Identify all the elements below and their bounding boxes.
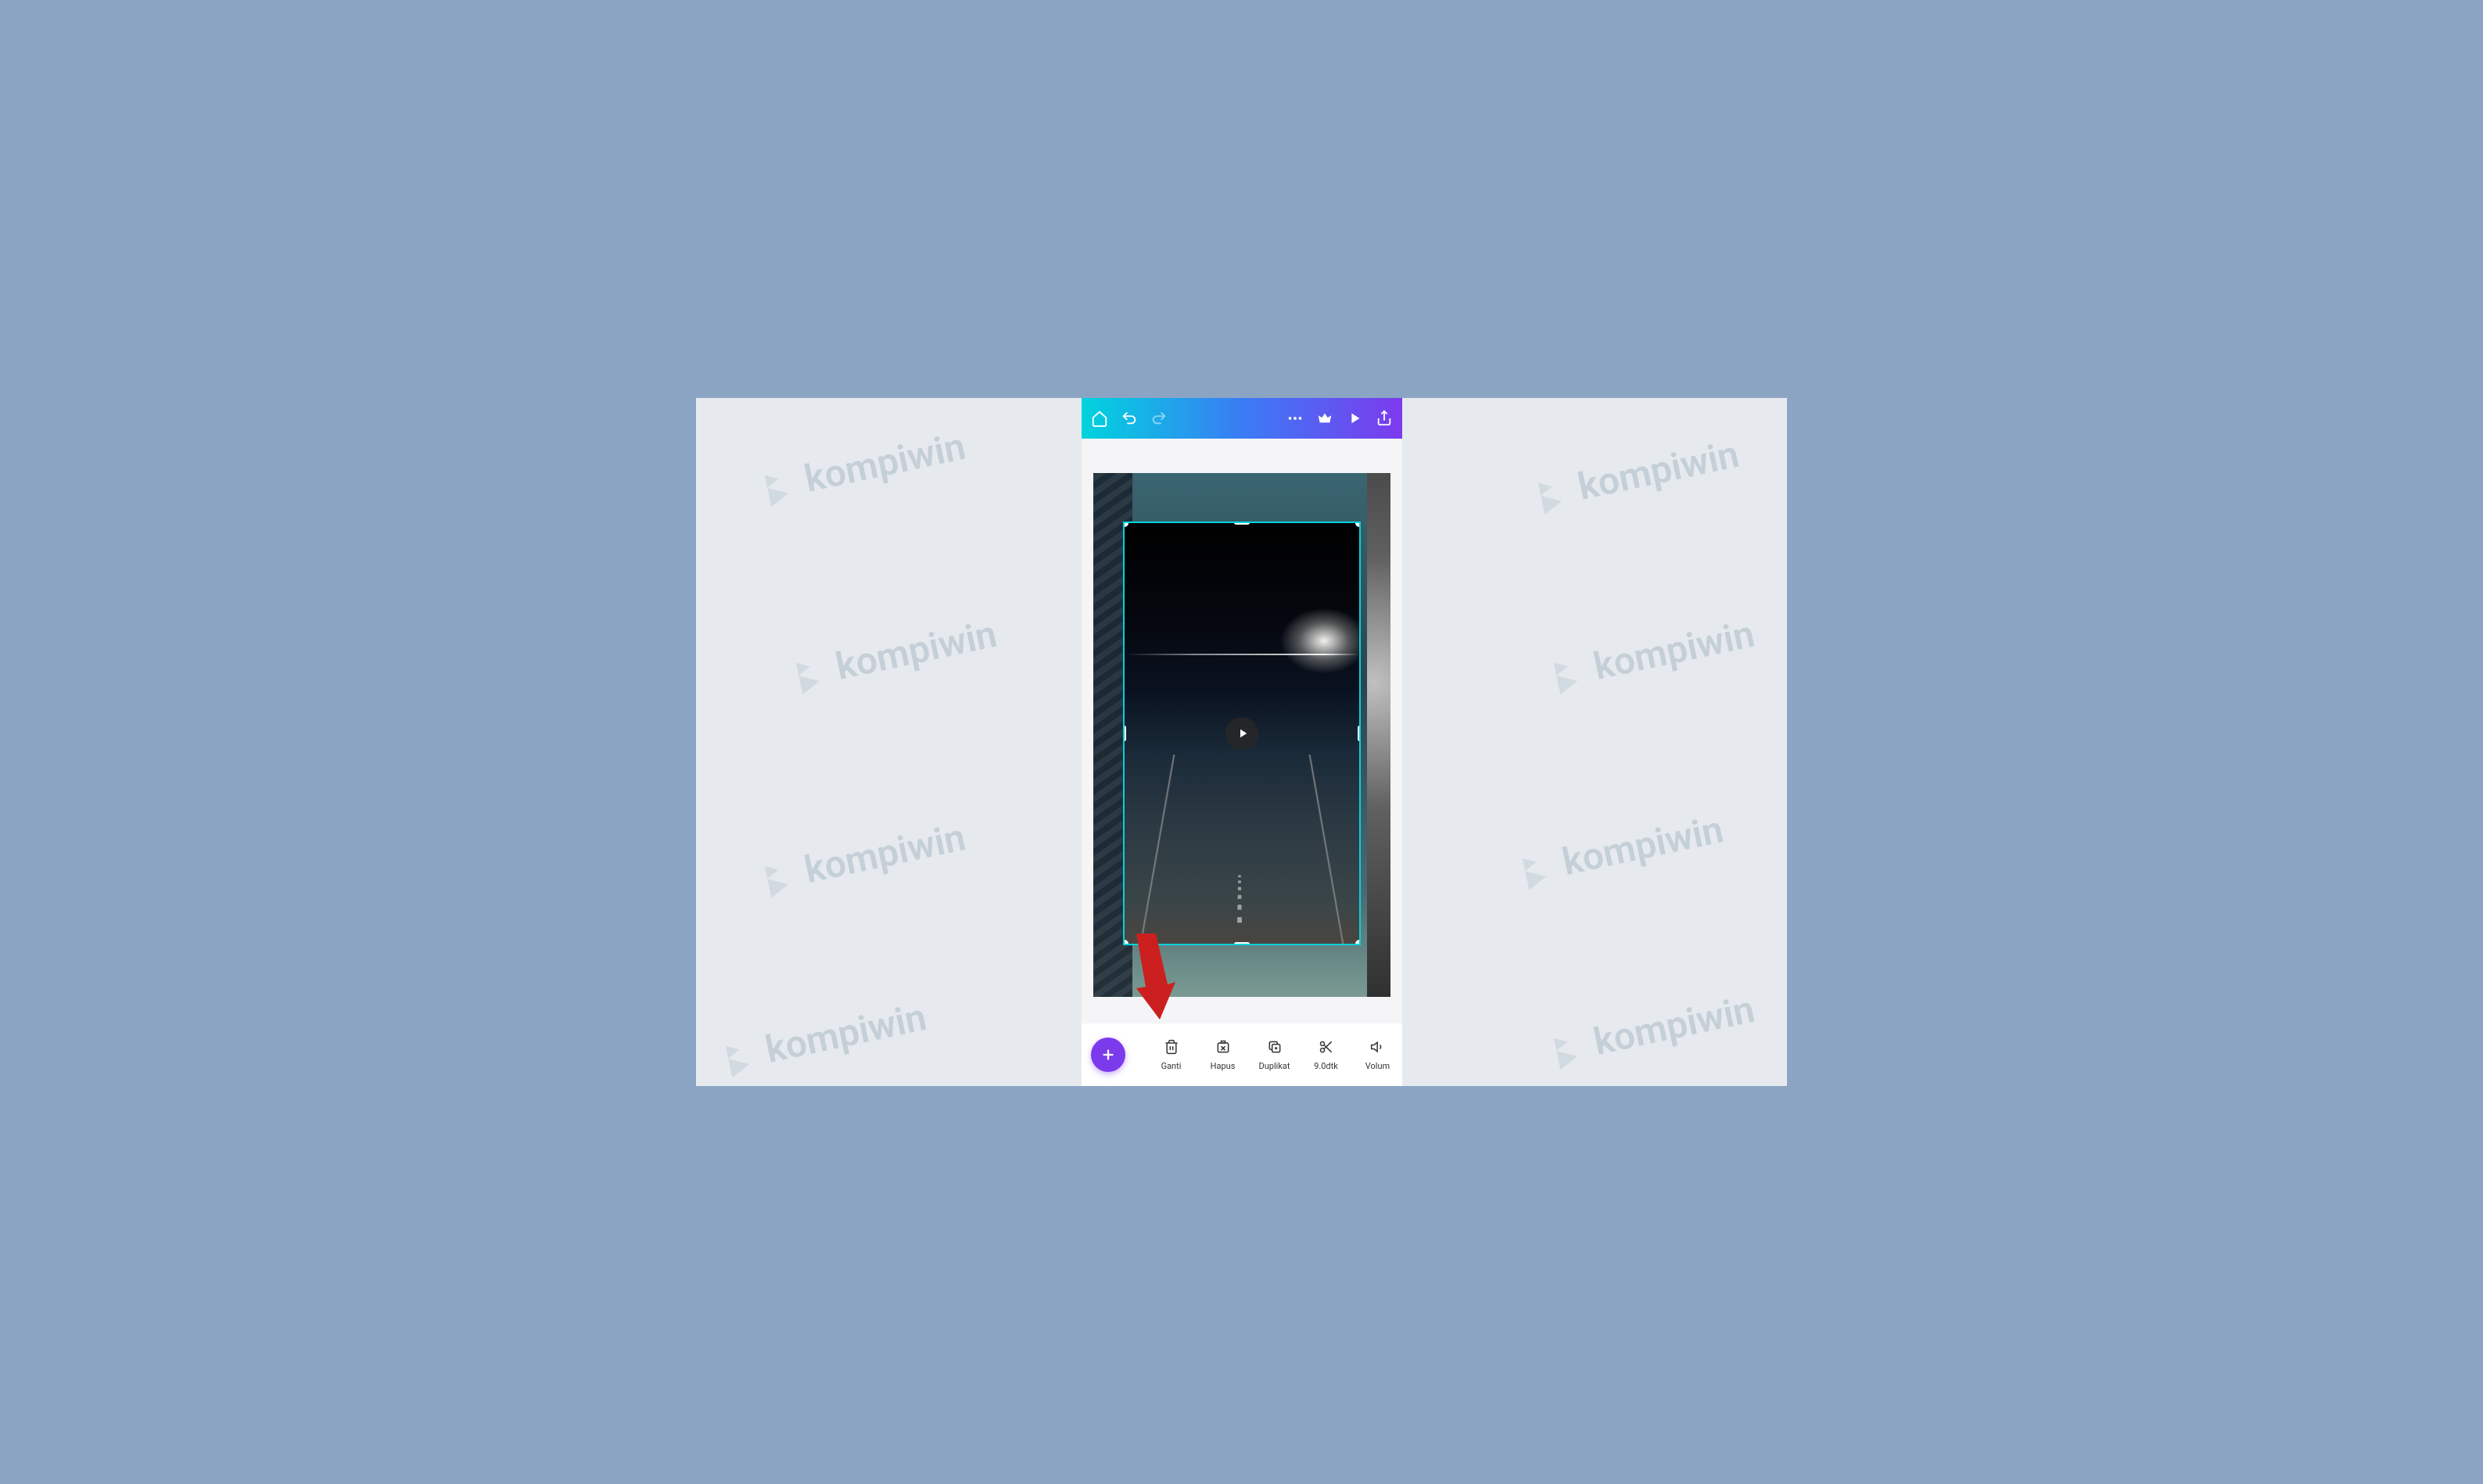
more-icon[interactable] (1286, 410, 1304, 427)
toolbar-items: Ganti Hapus Duplikat (1132, 1039, 1393, 1071)
toolbar-label: Duplikat (1259, 1061, 1290, 1071)
toolbar-volume[interactable]: Volum (1354, 1039, 1393, 1071)
toolbar-ganti[interactable]: Ganti (1147, 1039, 1196, 1071)
watermark: kompiwin (717, 995, 930, 1081)
watermark: kompiwin (1545, 611, 1758, 698)
watermark: kompiwin (756, 424, 969, 511)
canvas-area[interactable] (1082, 439, 1402, 1023)
play-icon[interactable] (1346, 410, 1363, 427)
resize-handle-top-right[interactable] (1355, 522, 1361, 527)
watermark: kompiwin (1514, 807, 1727, 894)
toolbar-label: Hapus (1211, 1061, 1236, 1071)
background-decoration (1367, 473, 1390, 997)
resize-handle-bottom[interactable] (1234, 942, 1250, 945)
app-header (1082, 398, 1402, 439)
crown-icon[interactable] (1316, 410, 1333, 427)
resize-handle-right[interactable] (1358, 726, 1361, 741)
resize-handle-left[interactable] (1123, 726, 1126, 741)
watermark: kompiwin (1545, 987, 1758, 1074)
toolbar-hapus[interactable]: Hapus (1199, 1039, 1247, 1071)
video-element-selected[interactable] (1123, 522, 1361, 945)
scissors-icon (1319, 1039, 1334, 1058)
undo-icon[interactable] (1121, 410, 1138, 427)
redo-icon[interactable] (1150, 410, 1168, 427)
watermark: kompiwin (756, 815, 969, 902)
volume-icon (1370, 1039, 1386, 1058)
toolbar-duplikat[interactable]: Duplikat (1250, 1039, 1299, 1071)
trash-icon (1164, 1039, 1179, 1058)
canvas-background[interactable] (1093, 473, 1390, 997)
toolbar-label: 9.0dtk (1314, 1061, 1338, 1071)
toolbar-label: Volum (1365, 1061, 1390, 1071)
resize-handle-top[interactable] (1234, 522, 1250, 525)
bottom-toolbar: Ganti Hapus Duplikat (1082, 1023, 1402, 1086)
resize-handle-bottom-right[interactable] (1355, 940, 1361, 945)
delete-icon (1215, 1039, 1231, 1058)
copy-icon (1267, 1039, 1283, 1058)
resize-handle-bottom-left[interactable] (1123, 940, 1128, 945)
toolbar-label: Ganti (1161, 1061, 1182, 1071)
mobile-app-frame: Ganti Hapus Duplikat (1082, 398, 1402, 1086)
video-content-detail (1125, 654, 1359, 655)
home-icon[interactable] (1091, 410, 1108, 427)
video-play-button[interactable] (1225, 717, 1258, 750)
watermark: kompiwin (788, 611, 1000, 698)
watermark: kompiwin (1530, 432, 1742, 518)
share-icon[interactable] (1376, 410, 1393, 427)
app-window: kompiwin kompiwin kompiwin kompiwin komp… (696, 398, 1787, 1086)
toolbar-duration[interactable]: 9.0dtk (1302, 1039, 1351, 1071)
add-button[interactable] (1091, 1038, 1125, 1072)
video-content-detail (1237, 875, 1242, 923)
